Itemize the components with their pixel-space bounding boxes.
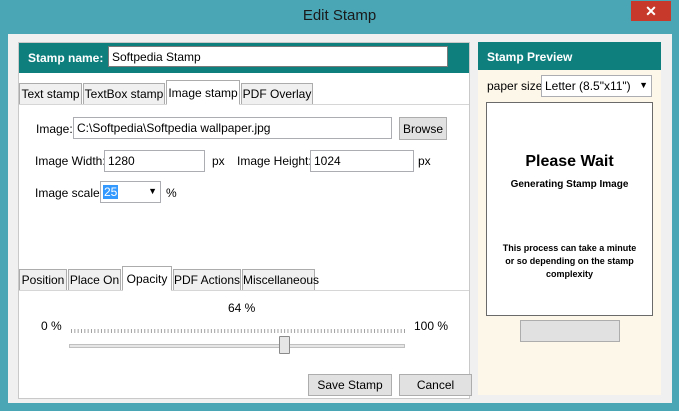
image-scale-select[interactable]: 25 ▼ — [100, 181, 161, 203]
dialog-body: Stamp name: Text stamp TextBox stamp Ima… — [8, 34, 672, 403]
tab-place-on[interactable]: Place On — [68, 269, 121, 291]
image-height-unit: px — [418, 154, 431, 168]
image-height-input[interactable] — [310, 150, 414, 172]
save-stamp-button[interactable]: Save Stamp — [308, 374, 392, 396]
opacity-max-label: 100 % — [414, 319, 449, 333]
tab-pdf-actions[interactable]: PDF Actions — [173, 269, 241, 291]
chevron-down-icon: ▼ — [148, 186, 157, 196]
title-bar: Edit Stamp ✕ — [0, 0, 679, 34]
option-tabs: Position Place On Opacity PDF Actions Mi… — [19, 266, 469, 291]
tab-opacity[interactable]: Opacity — [122, 266, 172, 291]
paper-size-value: Letter (8.5"x11") — [545, 79, 631, 93]
preview-button[interactable] — [520, 320, 620, 342]
opacity-value-label: 64 % — [228, 301, 256, 315]
paper-size-select[interactable]: Letter (8.5"x11") ▼ — [541, 75, 652, 97]
stamp-name-label: Stamp name: — [28, 51, 104, 65]
image-path-input[interactable] — [73, 117, 392, 139]
preview-heading: Please Wait — [525, 153, 614, 170]
stamp-preview-header: Stamp Preview — [478, 42, 661, 70]
opacity-min-label: 0 % — [41, 319, 62, 333]
tab-text-stamp[interactable]: Text stamp — [19, 83, 82, 105]
stamp-name-input[interactable] — [108, 46, 448, 67]
paper-size-label: paper size: — [487, 79, 546, 93]
tab-divider — [19, 104, 469, 105]
close-button[interactable]: ✕ — [631, 1, 671, 21]
tab-pdf-overlay[interactable]: PDF Overlay — [241, 83, 313, 105]
image-scale-value: 25 — [103, 185, 119, 199]
image-width-unit: px — [212, 154, 225, 168]
stamp-name-bar: Stamp name: — [19, 43, 469, 73]
chevron-down-icon: ▼ — [639, 80, 648, 90]
browse-button[interactable]: Browse — [399, 117, 447, 140]
image-width-input[interactable] — [104, 150, 205, 172]
stamp-settings-panel: Stamp name: Text stamp TextBox stamp Ima… — [18, 42, 470, 399]
stamp-type-tabs: Text stamp TextBox stamp Image stamp PDF… — [19, 80, 469, 105]
opacity-slider-track[interactable] — [69, 344, 405, 348]
image-label: Image: — [36, 122, 73, 136]
image-width-label: Image Width: — [35, 154, 106, 168]
option-tab-divider — [19, 290, 469, 291]
image-scale-unit: % — [166, 186, 177, 200]
preview-note: This process can take a minute or so dep… — [502, 243, 637, 279]
tab-position[interactable]: Position — [19, 269, 67, 291]
stamp-preview-panel: Stamp Preview paper size: Letter (8.5"x1… — [478, 42, 661, 395]
opacity-slider-thumb[interactable] — [279, 336, 291, 354]
stamp-preview-image: Please Wait Generating Stamp Image This … — [486, 102, 653, 316]
tab-textbox-stamp[interactable]: TextBox stamp — [83, 83, 165, 105]
tab-miscellaneous[interactable]: Miscellaneous — [242, 269, 319, 291]
tab-image-stamp[interactable]: Image stamp — [166, 80, 240, 105]
window-title: Edit Stamp — [302, 7, 377, 24]
cancel-button[interactable]: Cancel — [399, 374, 472, 396]
preview-subheading: Generating Stamp Image — [510, 179, 629, 190]
image-scale-label: Image scale: — [35, 186, 104, 200]
image-height-label: Image Height: — [237, 154, 312, 168]
slider-ticks — [71, 329, 405, 333]
